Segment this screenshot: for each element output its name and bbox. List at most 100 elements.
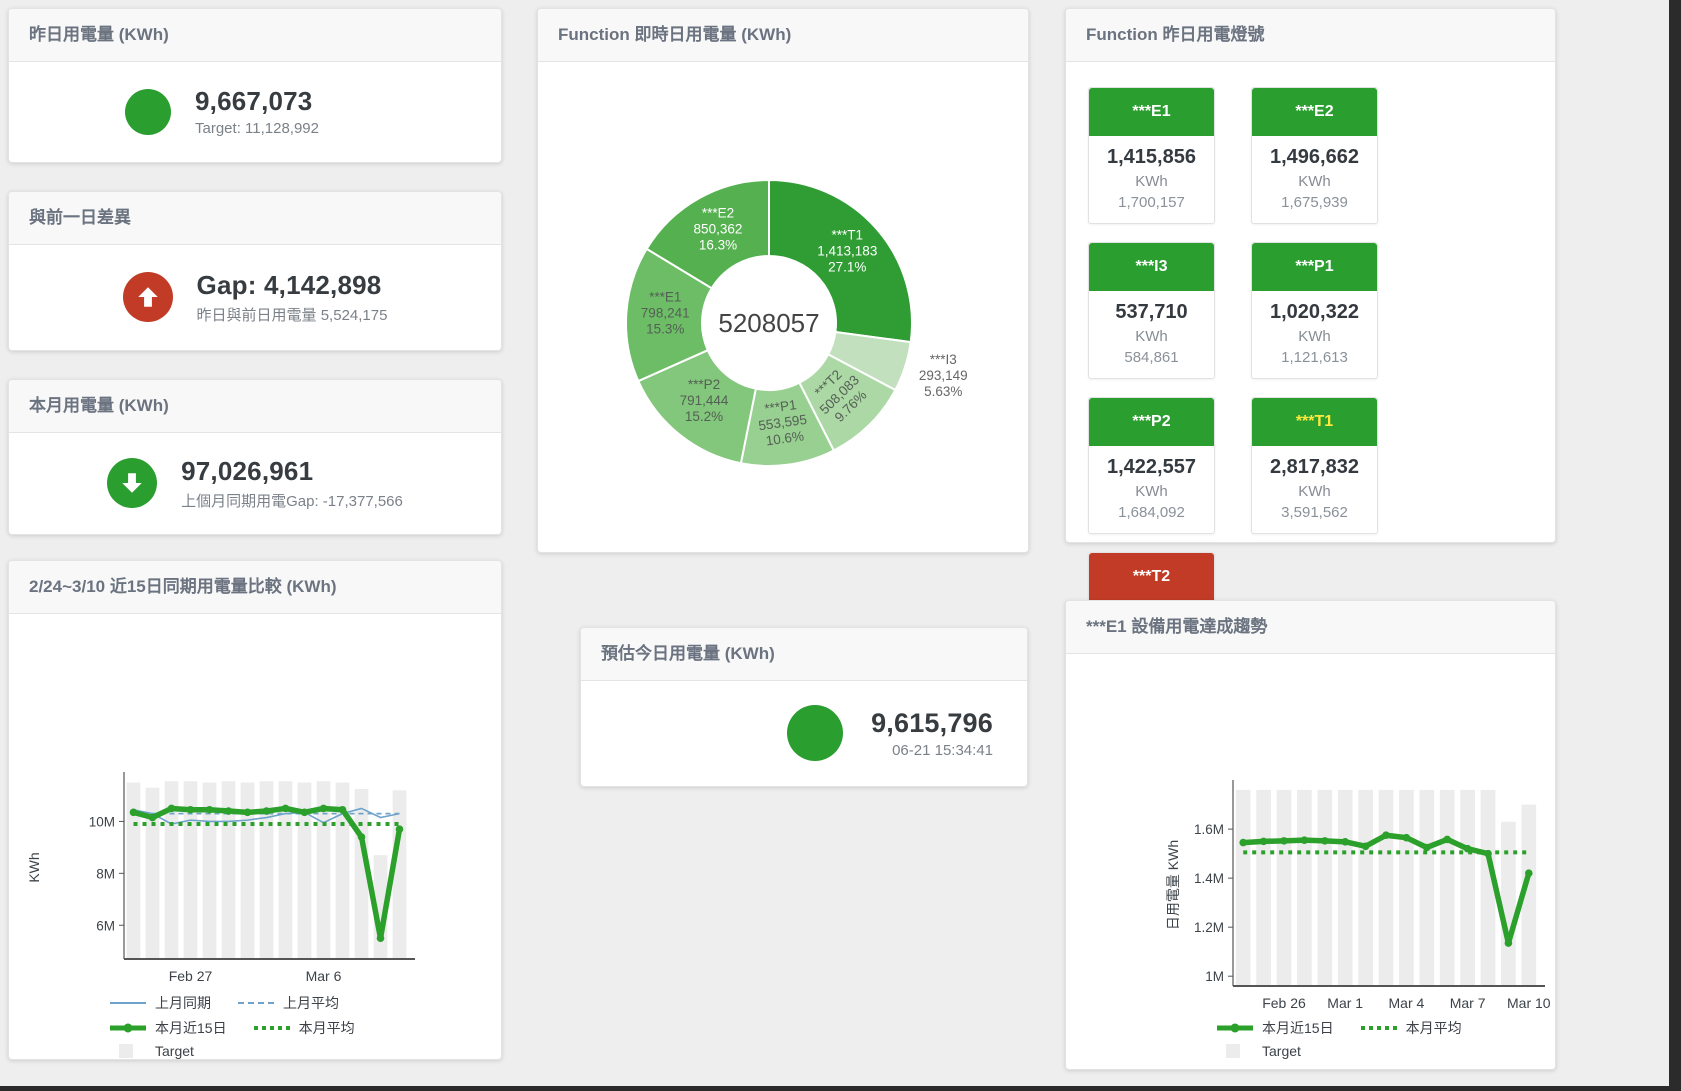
tile-target: 3,591,562: [1256, 504, 1373, 521]
trend-chart[interactable]: 1M1.2M1.4M1.6MFeb 26Mar 1Mar 4Mar 7Mar 1…: [1066, 653, 1555, 1069]
tile-label: ***E2: [1252, 88, 1377, 136]
target-bar: [1440, 790, 1455, 986]
scrollbar-vertical[interactable]: [1669, 0, 1681, 1091]
y-tick-label: 8M: [96, 866, 115, 881]
legend-item[interactable]: 上月平均: [237, 993, 339, 1013]
target-bar: [1236, 790, 1251, 986]
donut-chart[interactable]: ***T11,413,18327.1%***I3293,1495.63%***T…: [538, 61, 1028, 552]
tile-unit: KWh: [1256, 483, 1373, 500]
status-tile: ***E2 1,496,662 KWh 1,675,939: [1251, 87, 1378, 224]
tile-label: ***T2: [1089, 553, 1214, 601]
legend-item-target[interactable]: Target: [1216, 1043, 1301, 1059]
tile-value: 1,496,662: [1256, 146, 1373, 169]
kpi-value: 9,667,073: [195, 86, 385, 117]
kpi-timestamp: 06-21 15:34:41: [871, 742, 993, 759]
card-e1-trend: ***E1 設備用電達成趨勢 1M1.2M1.4M1.6MFeb 26Mar 1…: [1065, 600, 1556, 1070]
card-title: 2/24~3/10 近15日同期用電量比較 (KWh): [9, 561, 501, 614]
kpi-value: 97,026,961: [181, 456, 403, 487]
x-tick-label: Mar 6: [306, 968, 342, 984]
status-tile: ***P11,020,322KWh1,121,613: [1251, 242, 1378, 379]
tile-unit: KWh: [1093, 328, 1210, 345]
card-realtime-donut: Function 即時日用電量 (KWh) ***T11,413,18327.1…: [537, 8, 1029, 553]
status-circle-icon: [787, 705, 843, 761]
y-tick-label: 1.2M: [1194, 920, 1224, 935]
legend-item[interactable]: 本月近15日: [1216, 1018, 1334, 1038]
tile-value: 2,817,832: [1256, 456, 1373, 479]
tile-unit: KWh: [1093, 173, 1210, 190]
status-tile: ***P2 1,422,557 KWh 1,684,092: [1088, 397, 1215, 534]
legend-item[interactable]: 本月平均: [253, 1018, 355, 1038]
card-title: 預估今日用電量 (KWh): [581, 628, 1027, 681]
status-tile-grid: ***E11,415,856KWh1,700,157***E21,496,662…: [1066, 61, 1555, 542]
x-tick-label: Mar 10: [1507, 995, 1551, 1011]
arrow-up-icon: [123, 272, 173, 322]
legend-item[interactable]: 上月同期: [109, 993, 211, 1013]
arrow-down-icon: [107, 458, 157, 508]
tile-value: 1,415,856: [1093, 146, 1210, 169]
tile-target: 1,121,613: [1256, 349, 1373, 366]
tile-target: 1,675,939: [1256, 194, 1373, 211]
donut-slice-label: ***I3293,1495.63%: [919, 352, 968, 399]
card-title: ***E1 設備用電達成趨勢: [1066, 601, 1555, 654]
x-tick-label: Mar 4: [1389, 995, 1425, 1011]
kpi-value: 9,615,796: [871, 708, 993, 739]
target-bar: [1460, 790, 1475, 986]
tile-target: 1,684,092: [1093, 504, 1210, 521]
kpi-subtitle: 昨日與前日用電量 5,524,175: [197, 304, 388, 325]
card-estimate-today: 預估今日用電量 (KWh) 9,615,796 06-21 15:34:41: [580, 627, 1028, 787]
card-title: 本月用電量 (KWh): [9, 380, 501, 433]
legend-item-target[interactable]: Target: [109, 1043, 194, 1059]
card-prev-day-gap: 與前一日差異 Gap: 4,142,898 昨日與前日用電量 5,524,175: [8, 191, 502, 351]
tile-value: 537,710: [1093, 301, 1210, 324]
target-bar: [1317, 790, 1332, 986]
status-tile: ***T1 2,817,832 KWh 3,591,562: [1251, 397, 1378, 534]
tile-label: ***P1: [1252, 243, 1377, 291]
card-title: 與前一日差異: [9, 192, 501, 245]
tile-label: ***T1: [1252, 398, 1377, 446]
card-month-usage: 本月用電量 (KWh) 97,026,961 上個月同期用電Gap: -17,3…: [8, 379, 502, 535]
x-tick-label: Feb 27: [169, 968, 213, 984]
tile-label: ***P2: [1089, 398, 1214, 446]
target-bar: [1277, 790, 1292, 986]
y-tick-label: 6M: [96, 918, 115, 933]
x-tick-label: Feb 26: [1262, 995, 1306, 1011]
y-axis-label: KWh: [26, 852, 42, 882]
donut-center-value: 5208057: [718, 308, 819, 338]
tile-label: ***I3: [1089, 243, 1214, 291]
status-tile: ***I3 537,710 KWh 584,861: [1088, 242, 1215, 379]
target-bar: [1379, 790, 1394, 986]
target-bar: [1419, 790, 1434, 986]
card-title: Function 即時日用電量 (KWh): [538, 9, 1028, 62]
tile-target: 584,861: [1093, 349, 1210, 366]
target-bar: [1358, 790, 1373, 986]
y-tick-label: 1.6M: [1194, 822, 1224, 837]
legend-item[interactable]: 本月平均: [1360, 1018, 1462, 1038]
status-tile: ***E11,415,856KWh1,700,157: [1088, 87, 1215, 224]
status-circle-icon: [125, 89, 171, 135]
card-title: 昨日用電量 (KWh): [9, 9, 501, 62]
kpi-value: Gap: 4,142,898: [197, 270, 388, 301]
x-tick-label: Mar 1: [1327, 995, 1363, 1011]
tile-unit: KWh: [1256, 173, 1373, 190]
tile-value: 1,422,557: [1093, 456, 1210, 479]
card-15day-comparison: 2/24~3/10 近15日同期用電量比較 (KWh) 6M 8M 10M Feb 2…: [8, 560, 502, 1060]
kpi-subtitle: Target: 11,128,992: [195, 120, 385, 137]
target-bar: [1399, 790, 1414, 986]
comparison-chart[interactable]: 6M 8M 10M Feb 27 Mar 6 KWh 上月同期 上月平均本月近15日 本月平均…: [9, 613, 501, 1059]
tile-unit: KWh: [1093, 483, 1210, 500]
tile-value: 1,020,322: [1256, 301, 1373, 324]
target-bar: [1338, 790, 1353, 986]
legend-item[interactable]: 本月近15日: [109, 1018, 227, 1038]
y-tick-label: 1.4M: [1194, 871, 1224, 886]
y-tick-label: 10M: [89, 814, 115, 829]
target-bar: [1297, 790, 1312, 986]
target-bar: [1256, 790, 1271, 986]
target-bar: [1501, 822, 1516, 986]
card-yesterday-usage: 昨日用電量 (KWh) 9,667,073 Target: 11,128,992: [8, 8, 502, 163]
card-title: Function 昨日用電燈號: [1066, 9, 1555, 62]
scrollbar-horizontal[interactable]: [0, 1086, 1681, 1091]
target-bar: [393, 790, 407, 959]
y-axis-label: 日用電量 KWh: [1165, 840, 1181, 930]
card-status-lights: Function 昨日用電燈號 ***E11,415,856KWh1,700,1…: [1065, 8, 1556, 543]
tile-target: 1,700,157: [1093, 194, 1210, 211]
